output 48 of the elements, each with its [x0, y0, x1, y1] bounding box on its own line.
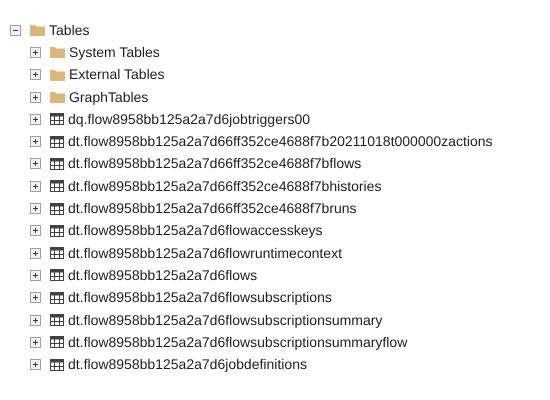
- tree-item-label[interactable]: dt.flow8958bb125a2a7d6jobdefinitions: [68, 354, 307, 376]
- expand-icon[interactable]: [30, 203, 41, 214]
- folder-icon: [50, 68, 65, 81]
- table-icon: [50, 336, 64, 348]
- tree-item-label[interactable]: System Tables: [69, 42, 160, 63]
- expand-icon[interactable]: [30, 158, 41, 170]
- table-icon: [50, 314, 64, 326]
- tree-item-label[interactable]: dt.flow8958bb125a2a7d66ff352ce4688f7b20211018t000000zactions: [68, 131, 493, 152]
- expand-icon[interactable]: [30, 46, 41, 58]
- table-icon: [50, 180, 64, 192]
- folder-icon: [50, 46, 65, 58]
- tree-item-label[interactable]: dt.flow8958bb125a2a7d6flowaccesskeys: [68, 220, 323, 242]
- expand-icon[interactable]: [30, 359, 41, 370]
- table-icon: [50, 358, 64, 371]
- table-icon: [50, 158, 64, 170]
- tree-item-label[interactable]: Tables: [49, 20, 90, 41]
- expand-icon[interactable]: [30, 270, 41, 281]
- expand-icon[interactable]: [30, 114, 41, 125]
- tree-item-label[interactable]: dq.flow8958bb125a2a7d6jobtriggers00: [68, 108, 310, 130]
- table-icon: [50, 224, 64, 237]
- table-icon: [50, 136, 64, 148]
- expand-icon[interactable]: [30, 69, 41, 80]
- tree-item-label[interactable]: dt.flow8958bb125a2a7d6flowsubscriptionsummaryflow: [68, 332, 408, 353]
- collapse-icon[interactable]: [10, 24, 21, 36]
- table-icon: [50, 113, 64, 126]
- table-icon: [50, 247, 64, 260]
- table-icon: [50, 202, 64, 215]
- expand-icon[interactable]: [30, 225, 41, 236]
- tree-item-label[interactable]: GraphTables: [69, 86, 148, 108]
- table-icon: [50, 269, 64, 282]
- tree-item-label[interactable]: dt.flow8958bb125a2a7d66ff352ce4688f7bruns: [68, 198, 357, 220]
- expand-icon[interactable]: [30, 180, 41, 192]
- table-icon: [50, 292, 64, 304]
- expand-icon[interactable]: [30, 136, 41, 148]
- folder-icon: [30, 24, 45, 36]
- tree-item-label[interactable]: dt.flow8958bb125a2a7d6flowsubscriptions: [68, 287, 332, 308]
- tree-item-label[interactable]: dt.flow8958bb125a2a7d66ff352ce4688f7bflows: [68, 153, 362, 174]
- expand-icon[interactable]: [30, 336, 41, 348]
- tree-item-label[interactable]: dt.flow8958bb125a2a7d66ff352ce4688f7bhistories: [68, 176, 382, 197]
- expand-icon[interactable]: [30, 92, 41, 103]
- folder-icon: [50, 91, 65, 104]
- expand-icon[interactable]: [30, 248, 41, 259]
- tree-item-label[interactable]: dt.flow8958bb125a2a7d6flows: [68, 264, 258, 286]
- tree-item-label[interactable]: External Tables: [69, 64, 164, 86]
- expand-icon[interactable]: [30, 314, 41, 326]
- expand-icon[interactable]: [30, 292, 41, 304]
- tree-item-label[interactable]: dt.flow8958bb125a2a7d6flowruntimecontext: [68, 242, 342, 264]
- tree-item-label[interactable]: dt.flow8958bb125a2a7d6flowsubscriptionsummary: [68, 310, 382, 330]
